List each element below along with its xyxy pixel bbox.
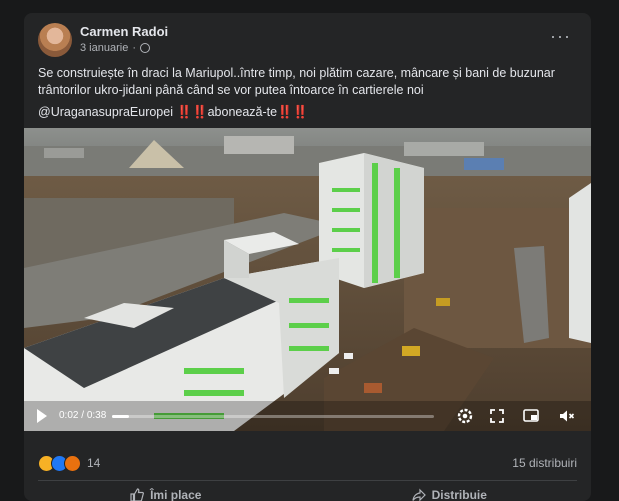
reaction-count: 14 <box>87 456 101 470</box>
video-controls: 0:02 / 0:38 <box>24 401 591 431</box>
post-card: Carmen Radoi 3 ianuarie · ··· Se constru… <box>24 13 591 501</box>
like-button[interactable]: Îmi place <box>24 485 308 501</box>
avatar[interactable] <box>38 23 72 57</box>
fullscreen-icon[interactable] <box>488 407 506 425</box>
progress-bar[interactable] <box>112 415 434 418</box>
progress-fill <box>112 415 130 418</box>
picture-in-picture-icon[interactable] <box>522 407 540 425</box>
share-count[interactable]: 15 distribuiri <box>512 456 577 470</box>
like-icon <box>130 488 144 501</box>
post-text: Se construiește în draci la Mariupol..în… <box>38 65 578 121</box>
mute-icon[interactable] <box>558 407 576 425</box>
reaction-summary[interactable]: 14 <box>38 454 100 472</box>
globe-icon <box>140 43 150 53</box>
angry-reaction-icon <box>64 454 81 472</box>
video-frame <box>24 128 591 431</box>
video-time: 0:02 / 0:38 <box>59 410 106 421</box>
post-header: Carmen Radoi 3 ianuarie · ··· <box>38 23 579 59</box>
video-player[interactable]: 0:02 / 0:38 <box>24 128 591 431</box>
post-text-hashtag-line[interactable]: @UraganasupraEuropei ‼️‼️abonează-te‼️‼️ <box>38 104 578 121</box>
settings-icon[interactable] <box>456 407 474 425</box>
current-time: 0:02 <box>59 410 79 421</box>
separator: · <box>132 42 136 54</box>
divider <box>38 480 577 481</box>
post-text-line: Se construiește în draci la Mariupol..în… <box>38 66 555 97</box>
post-meta: 3 ianuarie · <box>80 42 150 54</box>
play-icon[interactable] <box>37 409 47 423</box>
post-actions: Îmi place Distribuie <box>24 485 591 501</box>
author-name[interactable]: Carmen Radoi <box>80 24 168 39</box>
more-options-icon[interactable]: ··· <box>550 27 571 45</box>
share-button[interactable]: Distribuie <box>308 485 592 501</box>
share-label: Distribuie <box>431 488 487 501</box>
post-date[interactable]: 3 ianuarie <box>80 42 128 54</box>
like-label: Îmi place <box>150 488 202 501</box>
share-icon <box>411 488 426 501</box>
duration: 0:38 <box>86 410 107 421</box>
